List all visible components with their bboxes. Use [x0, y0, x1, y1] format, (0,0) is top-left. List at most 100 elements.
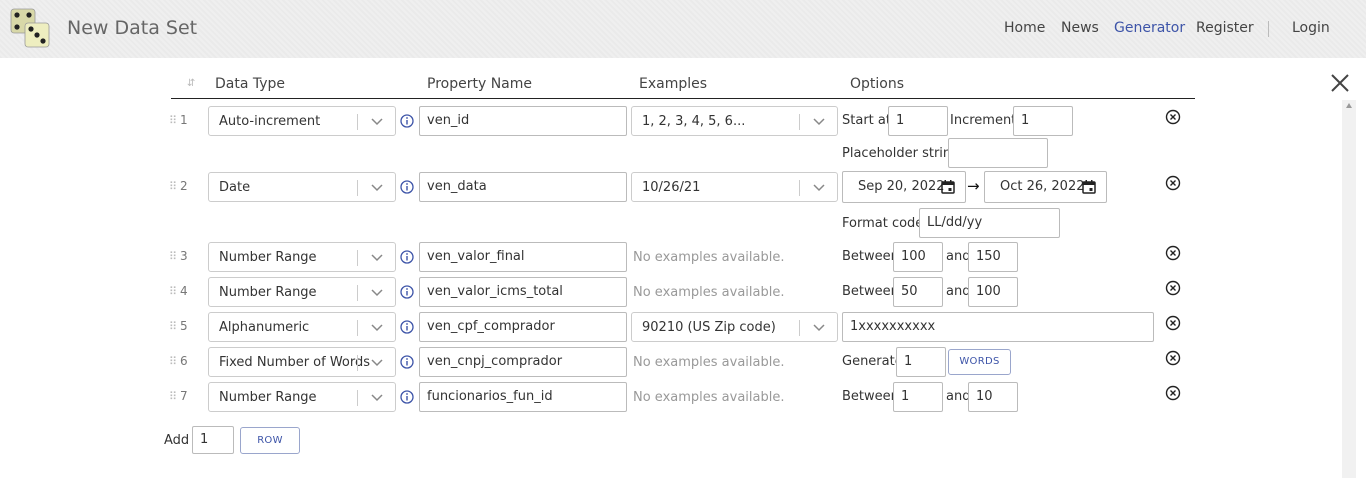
- property-name-input[interactable]: funcionarios_fun_id: [419, 382, 627, 412]
- header-divider: [171, 98, 1195, 99]
- data-type-value: Auto-increment: [219, 114, 321, 129]
- pattern-input[interactable]: 1xxxxxxxxxx: [842, 312, 1154, 342]
- remove-row-icon[interactable]: [1165, 385, 1181, 401]
- drag-handle-icon[interactable]: ⠿: [169, 250, 177, 263]
- add-row-count-input[interactable]: 1: [192, 426, 234, 454]
- drag-handle-icon[interactable]: ⠿: [169, 355, 177, 368]
- placeholder-input[interactable]: [948, 138, 1048, 168]
- row-number: 3: [180, 249, 188, 263]
- date-to-input[interactable]: Oct 26, 2022: [984, 171, 1107, 203]
- property-name-input[interactable]: ven_cpf_comprador: [419, 312, 627, 342]
- nav-generator[interactable]: Generator: [1114, 20, 1185, 36]
- example-value: 10/26/21: [642, 180, 701, 195]
- chevron-down-icon: [371, 359, 383, 367]
- drag-handle-icon[interactable]: ⠿: [169, 180, 177, 193]
- remove-row-icon[interactable]: [1165, 109, 1181, 125]
- words-unit-button[interactable]: WORDS: [948, 349, 1011, 375]
- remove-row-icon[interactable]: [1165, 280, 1181, 296]
- table-row: ⠿ 1 Auto-increment ven_id 1, 2, 3, 4, 5,…: [0, 105, 1366, 137]
- info-icon[interactable]: [400, 355, 414, 369]
- nav-register[interactable]: Register: [1196, 20, 1254, 36]
- chevron-down-icon: [371, 118, 383, 126]
- chevron-down-icon: [371, 289, 383, 297]
- range-min-input[interactable]: 100: [893, 242, 943, 272]
- data-type-value: Number Range: [219, 390, 317, 405]
- header-options: Options: [850, 76, 905, 92]
- drag-handle-icon[interactable]: ⠿: [169, 390, 177, 403]
- header-property-name: Property Name: [427, 76, 532, 92]
- example-value: 90210 (US Zip code): [642, 320, 776, 335]
- remove-row-icon[interactable]: [1165, 245, 1181, 261]
- data-type-value: Date: [219, 180, 251, 195]
- increment-label: Increment:: [950, 113, 1021, 128]
- main-nav: Home News Generator Register Login: [0, 20, 1366, 40]
- info-icon[interactable]: [400, 114, 414, 128]
- start-at-input[interactable]: 1: [888, 106, 948, 136]
- row-number: 4: [180, 284, 188, 298]
- increment-input[interactable]: 1: [1013, 106, 1073, 136]
- word-count-input[interactable]: 1: [896, 347, 946, 377]
- data-type-select[interactable]: Auto-increment: [208, 106, 396, 136]
- row-number: 5: [180, 319, 188, 333]
- drag-handle-icon[interactable]: ⠿: [169, 320, 177, 333]
- info-icon[interactable]: [400, 180, 414, 194]
- property-name-input[interactable]: ven_cnpj_comprador: [419, 347, 627, 377]
- property-name-input[interactable]: ven_data: [419, 172, 627, 202]
- data-type-select[interactable]: Number Range: [208, 382, 396, 412]
- range-max-input[interactable]: 150: [968, 242, 1018, 272]
- data-type-select[interactable]: Number Range: [208, 277, 396, 307]
- property-name-input[interactable]: ven_valor_final: [419, 242, 627, 272]
- no-examples-text: No examples available.: [633, 285, 785, 300]
- and-label: and: [946, 284, 971, 299]
- data-type-select[interactable]: Date: [208, 172, 396, 202]
- range-min-input[interactable]: 50: [893, 277, 943, 307]
- examples-select[interactable]: 1, 2, 3, 4, 5, 6...: [631, 106, 838, 136]
- range-min-input[interactable]: 1: [893, 382, 943, 412]
- no-examples-text: No examples available.: [633, 390, 785, 405]
- info-icon[interactable]: [400, 320, 414, 334]
- between-label: Between: [842, 249, 899, 264]
- examples-select[interactable]: 90210 (US Zip code): [631, 312, 838, 342]
- table-row: ⠿ 2 Date ven_data 10/26/21 Sep 20, 2022 …: [0, 171, 1366, 203]
- date-to-value: Oct 26, 2022: [1000, 179, 1085, 194]
- nav-login[interactable]: Login: [1292, 20, 1330, 36]
- table-row: ⠿ 7 Number Range funcionarios_fun_id No …: [0, 381, 1366, 413]
- format-code-input[interactable]: LL/dd/yy: [919, 208, 1060, 238]
- sort-icon[interactable]: ⇵: [187, 78, 195, 89]
- range-max-input[interactable]: 10: [968, 382, 1018, 412]
- add-row-button[interactable]: ROW: [240, 427, 300, 454]
- nav-news[interactable]: News: [1061, 20, 1099, 36]
- examples-select[interactable]: 10/26/21: [631, 172, 838, 202]
- chevron-down-icon: [813, 184, 825, 192]
- generate-label: Generate: [842, 354, 903, 369]
- drag-handle-icon[interactable]: ⠿: [169, 285, 177, 298]
- remove-row-icon[interactable]: [1165, 350, 1181, 366]
- calendar-icon[interactable]: [941, 180, 955, 194]
- remove-row-icon[interactable]: [1165, 175, 1181, 191]
- info-icon[interactable]: [400, 250, 414, 264]
- data-type-select[interactable]: Number Range: [208, 242, 396, 272]
- range-arrow: →: [967, 177, 980, 195]
- info-icon[interactable]: [400, 390, 414, 404]
- property-name-input[interactable]: ven_id: [419, 106, 627, 136]
- property-name-input[interactable]: ven_valor_icms_total: [419, 277, 627, 307]
- table-row: ⠿ 6 Fixed Number of Words ven_cnpj_compr…: [0, 346, 1366, 378]
- between-label: Between: [842, 284, 899, 299]
- data-type-value: Number Range: [219, 250, 317, 265]
- chevron-down-icon: [371, 394, 383, 402]
- range-max-input[interactable]: 100: [968, 277, 1018, 307]
- header-data-type: Data Type: [215, 76, 286, 92]
- close-icon[interactable]: [1329, 72, 1351, 94]
- nav-separator: [1268, 21, 1269, 37]
- data-type-select[interactable]: Alphanumeric: [208, 312, 396, 342]
- example-value: 1, 2, 3, 4, 5, 6...: [642, 114, 746, 129]
- calendar-icon[interactable]: [1082, 180, 1096, 194]
- info-icon[interactable]: [400, 285, 414, 299]
- no-examples-text: No examples available.: [633, 250, 785, 265]
- row-number: 2: [180, 179, 188, 193]
- date-from-input[interactable]: Sep 20, 2022: [842, 171, 966, 203]
- remove-row-icon[interactable]: [1165, 315, 1181, 331]
- data-type-select[interactable]: Fixed Number of Words: [208, 347, 396, 377]
- nav-home[interactable]: Home: [1004, 20, 1045, 36]
- drag-handle-icon[interactable]: ⠿: [169, 114, 177, 127]
